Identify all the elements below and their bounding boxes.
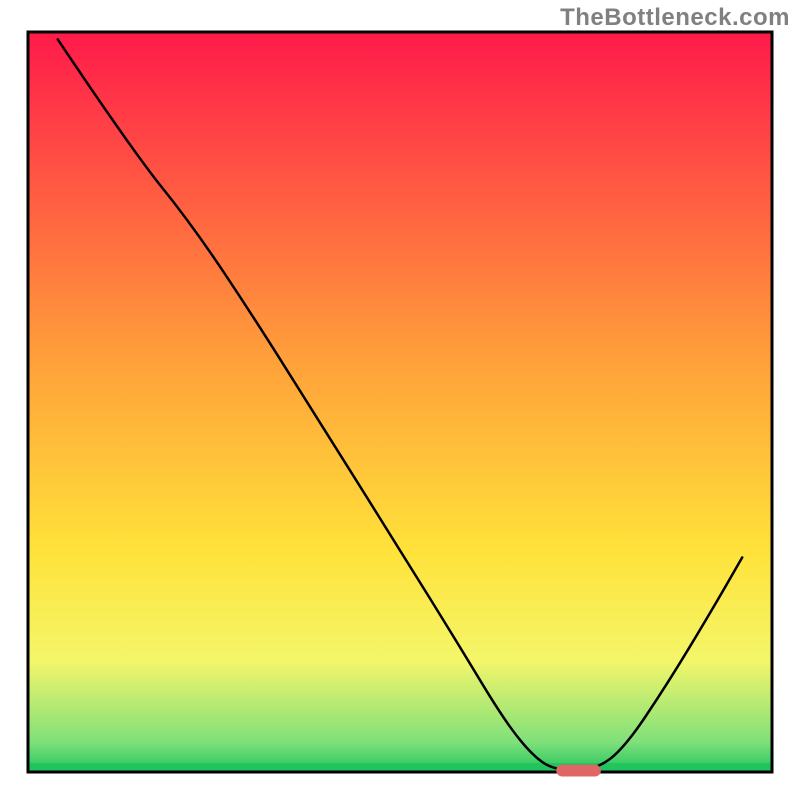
bottleneck-chart: TheBottleneck.com: [0, 0, 800, 800]
watermark-text: TheBottleneck.com: [560, 4, 790, 32]
chart-background: [28, 32, 772, 772]
chart-svg: [0, 0, 800, 800]
optimal-marker: [556, 765, 601, 777]
